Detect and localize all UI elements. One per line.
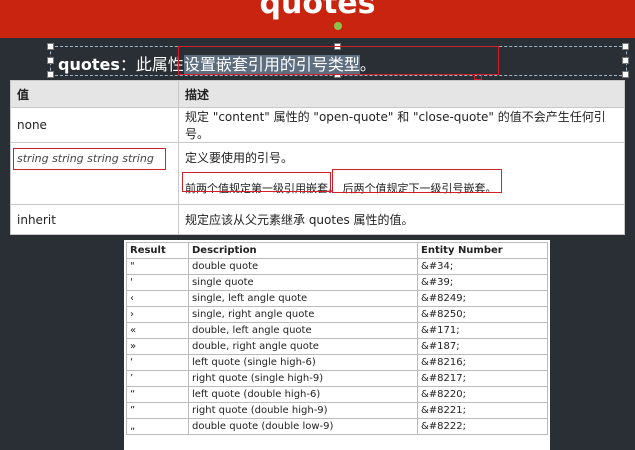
slide-title: quotes: [259, 0, 376, 21]
result-cell: ': [126, 274, 189, 291]
description-cell: left quote (double high-6): [188, 386, 418, 403]
header-value: 值: [10, 80, 179, 108]
description-cell: 规定应该从父元素继承 quotes 属性的值。: [178, 204, 625, 235]
value-cell: none: [10, 107, 179, 143]
table-row: ' single quote &#39;: [126, 274, 548, 291]
description-cell: single quote: [188, 274, 418, 291]
resize-handle-mr[interactable]: [622, 57, 629, 64]
description-cell: double, right angle quote: [188, 338, 418, 355]
heading-text: ：此属性: [119, 55, 184, 74]
table-row: „ double quote (double low-9) &#8222;: [126, 418, 548, 435]
table-row: › single, right angle quote &#8250;: [126, 306, 548, 323]
header-description: 描述: [178, 80, 625, 108]
result-cell: ‘: [126, 354, 189, 371]
entity-cell: &#39;: [417, 274, 548, 291]
result-cell: »: [126, 338, 189, 355]
table-row: ” right quote (double high-9) &#8221;: [126, 402, 548, 419]
result-cell: ›: [126, 306, 189, 323]
header-entity-number: Entity Number: [417, 242, 548, 259]
resize-handle-ml[interactable]: [47, 57, 54, 64]
description-cell: 规定 "content" 属性的 "open-quote" 和 "close-q…: [178, 107, 625, 143]
resize-handle-tr[interactable]: [622, 43, 629, 50]
description-cell: single, right angle quote: [188, 306, 418, 323]
quote-entities-table: Result Description Entity Number " double…: [126, 242, 548, 435]
description-cell: 定义要使用的引号。: [185, 151, 294, 165]
table-row: ’ right quote (single high-9) &#8217;: [126, 370, 548, 387]
entity-cell: &#8220;: [417, 386, 548, 403]
resize-handle-tl[interactable]: [47, 43, 54, 50]
note-next-level: 后两个值规定下一级引号嵌套。: [342, 182, 497, 195]
rotate-handle[interactable]: [334, 22, 342, 30]
description-cell: right quote (double high-9): [188, 402, 418, 419]
entity-cell: &#187;: [417, 338, 548, 355]
description-cell: double quote (double low-9): [188, 418, 418, 435]
entity-cell: &#8249;: [417, 290, 548, 307]
annotation-box-heading: [178, 46, 499, 75]
table-row: ‘left quote (single high-6) &#8216;: [126, 354, 548, 371]
result-cell: ": [126, 258, 189, 275]
table-header-row: Result Description Entity Number: [126, 242, 548, 259]
table-row: inherit 规定应该从父元素继承 quotes 属性的值。: [10, 204, 625, 235]
note-first-level: 前两个值规定第一级引用嵌套。: [185, 182, 339, 195]
result-cell: ‹: [126, 290, 189, 307]
description-cell: left quote (single high-6): [188, 354, 418, 371]
table-row: » double, right angle quote &#187;: [126, 338, 548, 355]
value-cell: inherit: [10, 204, 179, 235]
entity-cell: &#171;: [417, 322, 548, 339]
property-values-table: 值 描述 none 规定 "content" 属性的 "open-quote" …: [10, 80, 625, 235]
entity-table-image: Result Description Entity Number " double…: [124, 240, 550, 450]
entity-cell: &#8217;: [417, 370, 548, 387]
result-cell: ”: [126, 402, 189, 419]
table-row: «double, left angle quote &#171;: [126, 322, 548, 339]
table-row: ‹ single, left angle quote &#8249;: [126, 290, 548, 307]
result-cell: “: [126, 386, 189, 403]
result-cell: „: [126, 418, 189, 435]
table-row: " double quote &#34;: [126, 258, 548, 275]
header-description: Description: [188, 242, 418, 259]
table-row: string string string string 定义要使用的引号。 前两…: [10, 142, 625, 205]
value-cell: string string string string: [17, 152, 154, 165]
resize-handle-bl[interactable]: [47, 71, 54, 78]
table-row: none 规定 "content" 属性的 "open-quote" 和 "cl…: [10, 107, 625, 143]
table-row: “left quote (double high-6) &#8220;: [126, 386, 548, 403]
entity-cell: &#8222;: [417, 418, 548, 435]
description-cell: single, left angle quote: [188, 290, 418, 307]
resize-handle-br[interactable]: [622, 71, 629, 78]
slide-title-bar: quotes: [0, 0, 635, 38]
result-cell: «: [126, 322, 189, 339]
entity-cell: &#8221;: [417, 402, 548, 419]
header-result: Result: [126, 242, 189, 259]
description-cell: double, left angle quote: [188, 322, 418, 339]
result-cell: ’: [126, 370, 189, 387]
description-cell: right quote (single high-9): [188, 370, 418, 387]
description-notes: 前两个值规定第一级引用嵌套。 后两个值规定下一级引号嵌套。: [185, 180, 618, 196]
table-header-row: 值 描述: [10, 80, 625, 108]
entity-cell: &#34;: [417, 258, 548, 275]
entity-cell: &#8250;: [417, 306, 548, 323]
heading-keyword: quotes: [58, 55, 120, 74]
entity-cell: &#8216;: [417, 354, 548, 371]
description-cell: double quote: [188, 258, 418, 275]
